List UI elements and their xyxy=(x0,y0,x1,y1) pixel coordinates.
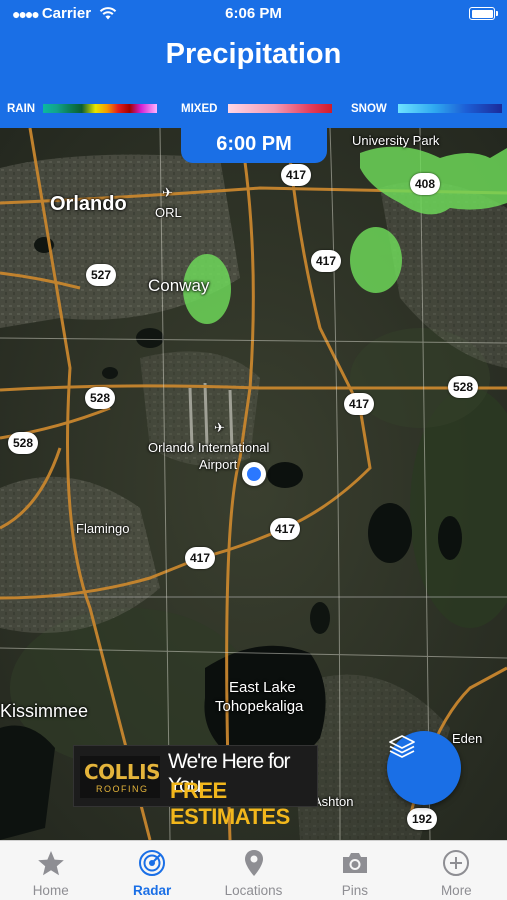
route-shield: 417 xyxy=(281,164,312,186)
legend-mixed-bar xyxy=(228,104,332,113)
legend-rain-bar xyxy=(43,104,157,113)
map-pin-icon xyxy=(244,850,263,876)
ad-cta: FREE ESTIMATES xyxy=(170,778,290,829)
ad-banner[interactable]: COLLIS ROOFING We're Here for You FREE E… xyxy=(73,745,318,829)
map-label-east-lake-line1: East Lake xyxy=(229,679,296,696)
tab-radar[interactable]: Radar xyxy=(101,841,202,900)
ad-brand: COLLIS xyxy=(84,760,161,784)
tab-pins[interactable]: Pins xyxy=(304,841,405,900)
tab-more[interactable]: More xyxy=(406,841,507,900)
status-bar: ●●●● Carrier 6:06 PM xyxy=(0,0,507,28)
map-label-university-park: University Park xyxy=(352,133,440,148)
tab-locations-label: Locations xyxy=(224,883,283,898)
tab-home-label: Home xyxy=(32,883,69,898)
tab-bar: Home Radar Locations Pins More xyxy=(0,840,507,900)
map-label-orl: ORL xyxy=(155,205,182,220)
map-label-east-lake-line2: Tohopekaliga xyxy=(215,698,304,715)
tab-radar-label: Radar xyxy=(132,883,172,898)
ad-logo: COLLIS ROOFING xyxy=(80,756,161,798)
camera-icon xyxy=(342,853,367,873)
map-label-flamingo: Flamingo xyxy=(76,521,130,536)
radar-map[interactable]: University Park Orlando ORL Conway Orlan… xyxy=(0,128,507,840)
route-shield: 528 xyxy=(448,376,479,398)
route-shield: 192 xyxy=(407,808,438,830)
map-label-ashton: Ashton xyxy=(313,794,354,809)
airplane-icon: ✈ xyxy=(214,420,225,435)
route-shield: 527 xyxy=(86,264,117,286)
precipitation-legend: RAIN MIXED SNOW xyxy=(0,101,507,117)
legend-snow-bar xyxy=(398,104,502,113)
tab-locations[interactable]: Locations xyxy=(203,841,304,900)
map-label-orlando: Orlando xyxy=(50,193,127,215)
ad-brand-sub: ROOFING xyxy=(96,784,149,794)
tab-pins-label: Pins xyxy=(341,883,369,898)
map-label-airport-line1: Orlando International xyxy=(148,440,270,455)
header: ●●●● Carrier 6:06 PM Precipitation RAIN … xyxy=(0,0,507,128)
tab-more-label: More xyxy=(440,883,472,898)
route-shield: 417 xyxy=(344,393,375,415)
status-time: 6:06 PM xyxy=(225,5,282,22)
page-title: Precipitation xyxy=(165,38,342,70)
legend-rain-label: RAIN xyxy=(7,103,36,115)
route-shield: 417 xyxy=(185,547,216,569)
airplane-icon: ✈ xyxy=(162,185,173,200)
map-label-eden: Eden xyxy=(452,731,483,746)
radar-time-pill[interactable]: 6:00 PM xyxy=(181,124,327,163)
current-location-marker[interactable] xyxy=(242,462,266,486)
map-label-kissimmee: Kissimmee xyxy=(0,701,89,721)
layers-icon xyxy=(389,735,415,758)
map-label-airport-line2: Airport xyxy=(199,457,238,472)
route-shield: 417 xyxy=(270,518,301,540)
legend-mixed-label: MIXED xyxy=(181,103,218,115)
route-shield: 408 xyxy=(410,173,441,195)
battery-icon xyxy=(469,7,498,20)
legend-snow-label: SNOW xyxy=(351,103,387,115)
map-label-conway: Conway xyxy=(148,276,210,295)
route-shield: 417 xyxy=(311,250,342,272)
tab-home[interactable]: Home xyxy=(0,841,101,900)
plus-circle-icon xyxy=(443,850,470,876)
layers-button[interactable] xyxy=(387,731,461,805)
route-shield: 528 xyxy=(85,387,116,409)
star-icon xyxy=(37,851,64,876)
radar-icon xyxy=(139,850,166,876)
route-shield: 528 xyxy=(8,432,39,454)
